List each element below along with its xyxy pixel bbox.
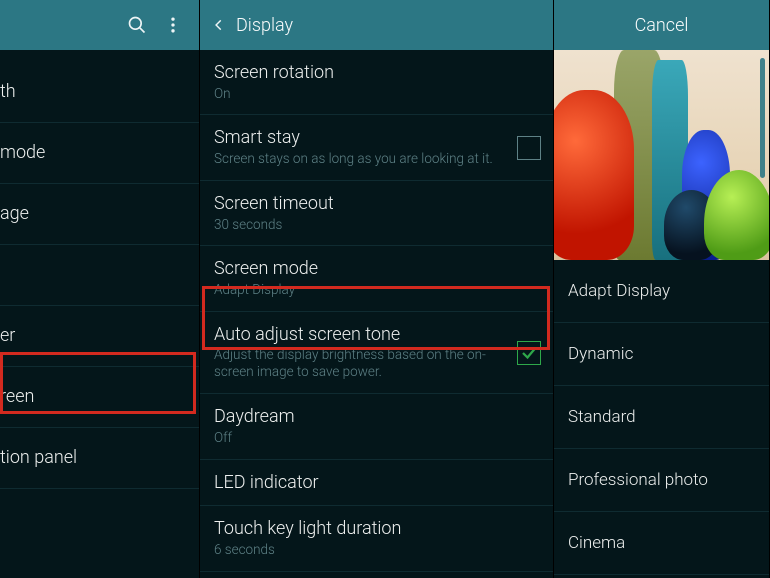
- screen-mode-item[interactable]: Screen mode Adapt Display: [200, 246, 553, 311]
- display-header: Display: [200, 0, 553, 50]
- led-indicator-item[interactable]: LED indicator: [200, 460, 553, 507]
- auto-adjust-tone-item[interactable]: Auto adjust screen tone Adjust the displ…: [200, 312, 553, 394]
- vase-decor: [554, 90, 634, 260]
- option-label: Professional photo: [568, 470, 755, 490]
- auto-adjust-checkbox[interactable]: [517, 341, 541, 365]
- mode-option-dynamic[interactable]: Dynamic: [554, 323, 769, 386]
- daydream-item[interactable]: Daydream Off: [200, 394, 553, 459]
- cancel-button[interactable]: Cancel: [635, 15, 689, 36]
- item-subtitle: Adjust the display brightness based on t…: [214, 347, 505, 381]
- settings-left-panel: th mode age er reen tion panel: [0, 0, 200, 578]
- item-subtitle: 6 seconds: [214, 542, 539, 559]
- header-title: Display: [236, 15, 293, 36]
- item-title: Screen mode: [214, 258, 539, 280]
- search-icon[interactable]: [119, 7, 155, 43]
- item-subtitle: 30 seconds: [214, 217, 539, 234]
- list-item[interactable]: mode: [0, 123, 199, 184]
- option-label: Standard: [568, 407, 755, 427]
- item-title: Daydream: [214, 406, 539, 428]
- list-item-label: reen: [0, 386, 183, 408]
- left-panel-header: [0, 0, 199, 50]
- scrollbar[interactable]: [760, 58, 765, 178]
- mode-option-professional[interactable]: Professional photo: [554, 449, 769, 512]
- option-label: Cinema: [568, 533, 755, 553]
- item-title: Touch key light duration: [214, 518, 539, 540]
- item-title: Screen timeout: [214, 193, 539, 215]
- display-category-item[interactable]: [0, 245, 199, 306]
- list-item-label: mode: [0, 142, 183, 164]
- overflow-menu-icon[interactable]: [155, 7, 191, 43]
- screen-mode-header: Cancel: [554, 0, 769, 50]
- smart-stay-checkbox[interactable]: [517, 136, 541, 160]
- back-icon[interactable]: [204, 10, 234, 40]
- touch-key-light-item[interactable]: Touch key light duration 6 seconds: [200, 506, 553, 571]
- mode-option-adapt[interactable]: Adapt Display: [554, 260, 769, 323]
- item-title: LED indicator: [214, 472, 539, 494]
- screen-rotation-item[interactable]: Screen rotation On: [200, 50, 553, 115]
- list-item-label: age: [0, 203, 183, 225]
- screen-timeout-item[interactable]: Screen timeout 30 seconds: [200, 181, 553, 246]
- item-subtitle: Adapt Display: [214, 282, 539, 299]
- option-label: Adapt Display: [568, 281, 755, 301]
- item-title: Auto adjust screen tone: [214, 324, 505, 346]
- display-settings-panel: Display Screen rotation On Smart stay Sc…: [200, 0, 554, 578]
- list-item[interactable]: reen: [0, 367, 199, 428]
- mode-option-standard[interactable]: Standard: [554, 386, 769, 449]
- list-item[interactable]: th: [0, 62, 199, 123]
- list-item[interactable]: tion panel: [0, 428, 199, 489]
- item-title: Screen rotation: [214, 62, 539, 84]
- item-title: Smart stay: [214, 127, 505, 149]
- list-item-label: tion panel: [0, 447, 183, 469]
- item-subtitle: Screen stays on as long as you are looki…: [214, 151, 505, 168]
- list-item[interactable]: er: [0, 306, 199, 367]
- item-subtitle: On: [214, 86, 539, 103]
- preview-image: [554, 50, 769, 260]
- mode-option-cinema[interactable]: Cinema: [554, 512, 769, 575]
- list-item[interactable]: age: [0, 184, 199, 245]
- option-label: Dynamic: [568, 344, 755, 364]
- list-item-label: th: [0, 81, 183, 103]
- item-subtitle: Off: [214, 430, 539, 447]
- screen-mode-panel: Cancel Adapt Display Dynamic Standard Pr…: [554, 0, 770, 578]
- list-item-label: er: [0, 325, 183, 347]
- smart-stay-item[interactable]: Smart stay Screen stays on as long as yo…: [200, 115, 553, 180]
